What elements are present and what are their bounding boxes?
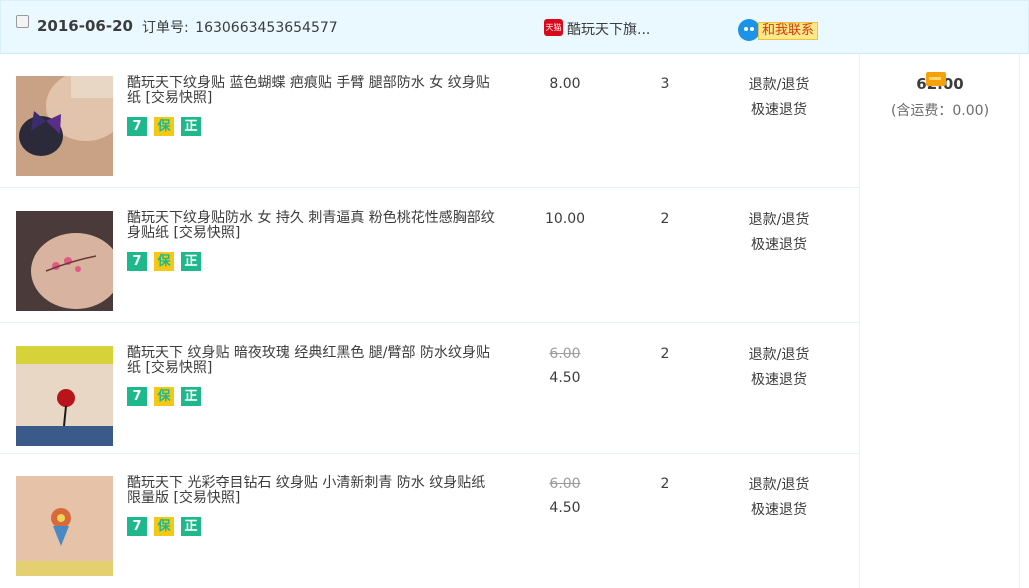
order-item-1: 酷玩天下纹身贴 蓝色蝴蝶 疤痕贴 手臂 腿部防水 女 纹身贴纸 [交易快照] 7… xyxy=(0,54,860,188)
unit-price: 10.00 xyxy=(530,211,600,227)
guarantee-icon: 保 xyxy=(154,117,174,136)
contact-seller-label: 和我联系 xyxy=(758,22,819,40)
product-thumbnail[interactable] xyxy=(16,211,113,311)
fast-refund-link[interactable]: 极速退货 xyxy=(730,371,828,389)
product-title-link[interactable]: 酷玩天下纹身贴防水 女 持久 刺青逼真 粉色桃花性感胸部纹身贴纸 [交易快照] xyxy=(127,211,502,241)
refund-link[interactable]: 退款/退货 xyxy=(749,477,810,493)
diamond-tattoo-image xyxy=(16,476,113,576)
payment-card-icon[interactable] xyxy=(926,72,946,86)
shipping-fee: (含运费：0.00) xyxy=(890,103,990,119)
current-price: 10.00 xyxy=(544,211,586,227)
guarantee-icon: 保 xyxy=(154,517,174,536)
current-price: 4.50 xyxy=(549,370,581,386)
order-item-2: 酷玩天下纹身贴防水 女 持久 刺青逼真 粉色桃花性感胸部纹身贴纸 [交易快照] … xyxy=(0,189,860,323)
genuine-icon: 正 xyxy=(181,517,201,536)
rose-tattoo-image xyxy=(16,346,113,446)
current-price: 4.50 xyxy=(549,500,581,516)
service-badges: 7保正 xyxy=(127,517,208,536)
refund-link[interactable]: 退款/退货 xyxy=(749,77,810,93)
fast-refund-link[interactable]: 极速退货 xyxy=(730,101,828,119)
quantity: 2 xyxy=(660,346,670,362)
unit-price: 8.00 xyxy=(530,76,600,92)
order-item-4: 酷玩天下 光彩夺目钻石 纹身贴 小清新刺青 防水 纹身贴纸 限量版 [交易快照]… xyxy=(0,454,860,588)
seven-day-return-icon: 7 xyxy=(127,117,147,136)
order-header: 2016-06-20 订单号: 1630663453654577 天猫 酷玩天下… xyxy=(0,0,1029,54)
seven-day-return-icon: 7 xyxy=(127,387,147,406)
fast-refund-link[interactable]: 极速退货 xyxy=(730,501,828,519)
fast-refund-link[interactable]: 极速退货 xyxy=(730,236,828,254)
genuine-icon: 正 xyxy=(181,387,201,406)
original-price: 6.00 xyxy=(549,346,581,362)
unit-price: 6.00 4.50 xyxy=(530,476,600,516)
guarantee-icon: 保 xyxy=(154,252,174,271)
refund-actions: 退款/退货 极速退货 xyxy=(730,76,828,119)
order-number-label: 订单号: xyxy=(142,20,189,36)
quantity: 2 xyxy=(660,476,670,492)
service-badges: 7保正 xyxy=(127,117,208,136)
peach-blossom-tattoo-image xyxy=(16,211,113,311)
butterfly-tattoo-image xyxy=(16,76,113,176)
original-price: 6.00 xyxy=(549,476,581,492)
order-number-value: 1630663453654577 xyxy=(195,20,338,36)
product-thumbnail[interactable] xyxy=(16,476,113,576)
seven-day-return-icon: 7 xyxy=(127,252,147,271)
refund-link[interactable]: 退款/退货 xyxy=(749,212,810,228)
genuine-icon: 正 xyxy=(181,117,201,136)
product-title-link[interactable]: 酷玩天下 光彩夺目钻石 纹身贴 小清新刺青 防水 纹身贴纸 限量版 [交易快照] xyxy=(127,476,502,506)
service-badges: 7保正 xyxy=(127,387,208,406)
product-title-link[interactable]: 酷玩天下纹身贴 蓝色蝴蝶 疤痕贴 手臂 腿部防水 女 纹身贴纸 [交易快照] xyxy=(127,76,502,106)
refund-actions: 退款/退货 极速退货 xyxy=(730,346,828,389)
order-date: 2016-06-20 xyxy=(37,17,133,35)
order-total-column: 62.00 (含运费：0.00) xyxy=(859,54,1020,588)
guarantee-icon: 保 xyxy=(154,387,174,406)
refund-actions: 退款/退货 极速退货 xyxy=(730,476,828,519)
genuine-icon: 正 xyxy=(181,252,201,271)
current-price: 8.00 xyxy=(549,76,581,92)
unit-price: 6.00 4.50 xyxy=(530,346,600,386)
tmall-icon: 天猫 xyxy=(544,19,563,36)
product-thumbnail[interactable] xyxy=(16,346,113,446)
service-badges: 7保正 xyxy=(127,252,208,271)
order-number: 订单号: 1630663453654577 xyxy=(140,17,338,37)
quantity: 3 xyxy=(660,76,670,92)
product-thumbnail[interactable] xyxy=(16,76,113,176)
quantity: 2 xyxy=(660,211,670,227)
order-item-3: 酷玩天下 纹身贴 暗夜玫瑰 经典红黑色 腿/臂部 防水纹身贴纸 [交易快照] 7… xyxy=(0,324,860,454)
refund-actions: 退款/退货 极速退货 xyxy=(730,211,828,254)
wangwang-chat-icon xyxy=(738,19,760,41)
order-select-checkbox[interactable] xyxy=(16,15,29,28)
seven-day-return-icon: 7 xyxy=(127,517,147,536)
shop-name-link[interactable]: 酷玩天下旗... xyxy=(567,19,650,39)
refund-link[interactable]: 退款/退货 xyxy=(749,347,810,363)
product-title-link[interactable]: 酷玩天下 纹身贴 暗夜玫瑰 经典红黑色 腿/臂部 防水纹身贴纸 [交易快照] xyxy=(127,346,502,376)
